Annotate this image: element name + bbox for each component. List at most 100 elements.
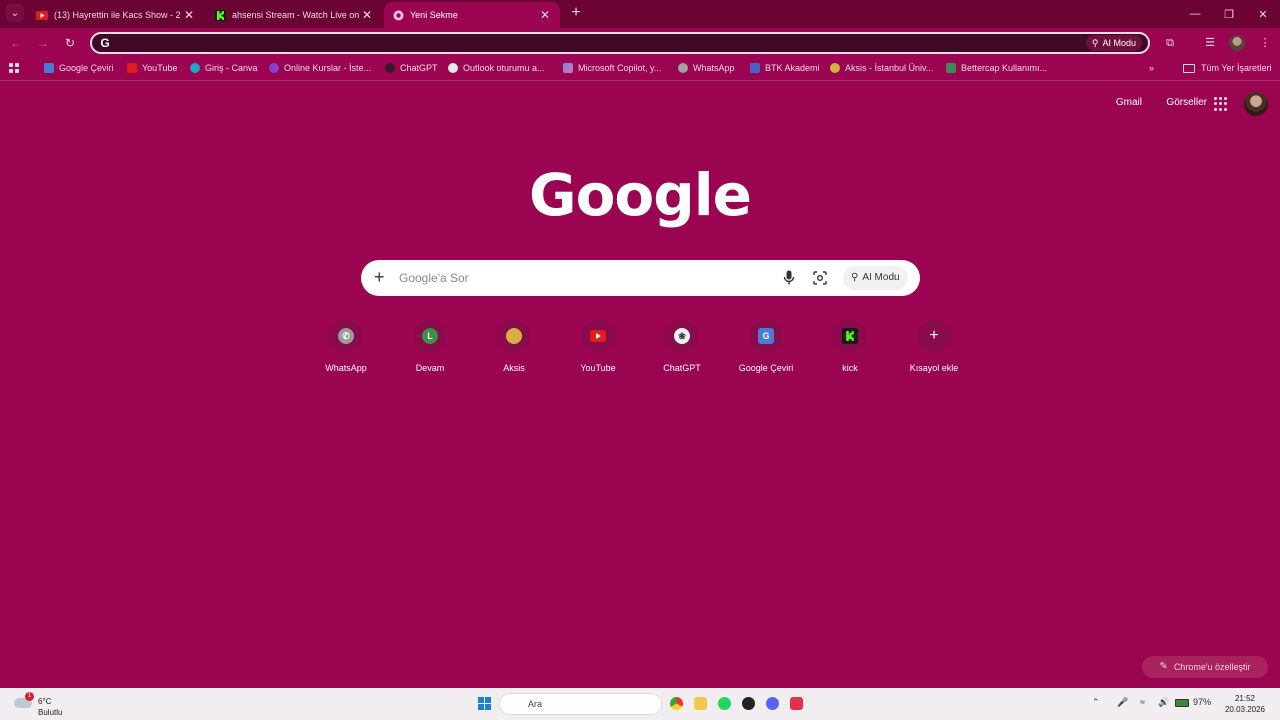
shortcut-youtube[interactable]: YouTube — [556, 320, 640, 373]
microphone-tray-icon[interactable]: 🎤 — [1117, 697, 1128, 708]
close-icon[interactable]: ✕ — [360, 8, 374, 22]
bookmarks-bar: Google Çeviri YouTube Giriş - Canva Onli… — [0, 58, 1280, 81]
battery-icon[interactable] — [1175, 699, 1189, 707]
discord-icon[interactable] — [766, 697, 779, 710]
app-icon[interactable] — [790, 697, 803, 710]
shortcut-google-translate[interactable]: G Google Çeviri — [724, 320, 808, 373]
bookmark-whatsapp[interactable]: WhatsApp — [678, 61, 735, 75]
taskbar-search[interactable]: Ara — [499, 693, 662, 715]
tab-new-tab[interactable]: Yeni Sekme ✕ — [384, 2, 560, 28]
weather-temp: 6°C — [38, 697, 52, 706]
tray-chevron-icon[interactable]: ⌃ — [1092, 697, 1100, 708]
restore-icon[interactable]: ❐ — [1212, 0, 1246, 28]
search-box[interactable]: + Google'a Sor ⚲ AI Modu — [361, 260, 920, 296]
obs-icon[interactable] — [742, 697, 755, 710]
back-icon[interactable]: ← — [8, 35, 24, 51]
tab-youtube[interactable]: (13) Hayrettin ile Kacs Show - 2 ✕ — [28, 2, 204, 28]
all-bookmarks-button[interactable]: Tüm Yer İşaretleri — [1183, 61, 1272, 75]
bookmark-bettercap[interactable]: Bettercap Kullanımı... — [946, 61, 1047, 75]
bookmark-youtube[interactable]: YouTube — [127, 61, 177, 75]
spotify-icon[interactable] — [718, 697, 731, 710]
media-controls-icon[interactable]: ☰ — [1202, 35, 1218, 51]
close-icon[interactable]: ✕ — [182, 8, 196, 22]
address-bar[interactable]: G ⚲ AI Modu — [90, 32, 1150, 54]
all-bookmarks-label: Tüm Yer İşaretleri — [1201, 63, 1272, 73]
start-icon[interactable] — [478, 697, 491, 710]
bookmark-outlook[interactable]: Outlook oturumu a... — [448, 61, 545, 75]
copilot-icon — [563, 63, 573, 73]
gmail-link[interactable]: Gmail — [1116, 97, 1142, 108]
shortcut-label: Devam — [415, 363, 445, 373]
search-input[interactable]: Google'a Sor — [399, 271, 469, 285]
extensions-icon[interactable]: ⧉ — [1162, 35, 1178, 51]
forward-icon[interactable]: → — [35, 35, 51, 51]
customize-chrome-button[interactable]: ✎ Chrome'u özelleştir — [1142, 656, 1268, 678]
bookmark-label: ChatGPT — [400, 63, 438, 73]
apps-grid-icon[interactable] — [9, 61, 20, 75]
add-icon: + — [929, 327, 939, 344]
ai-mode-button[interactable]: ⚲ AI Modu — [843, 266, 908, 290]
bookmark-google-translate[interactable]: Google Çeviri — [44, 61, 114, 75]
ai-mode-label: AI Modu — [862, 272, 900, 283]
shortcut-chatgpt[interactable]: ❀ ChatGPT — [640, 320, 724, 373]
bookmark-btk[interactable]: BTK Akademi — [750, 61, 820, 75]
bookmark-chatgpt[interactable]: ChatGPT — [385, 61, 438, 75]
volume-icon[interactable]: 🔊 — [1158, 697, 1169, 708]
menu-icon[interactable]: ⋮ — [1257, 35, 1273, 51]
canva-icon — [190, 63, 200, 73]
close-icon[interactable]: ✕ — [538, 8, 552, 22]
weather-condition: Bulutlu — [38, 708, 63, 717]
file-explorer-icon[interactable] — [694, 697, 707, 710]
aksis-icon — [830, 63, 840, 73]
shortcut-label: kick — [842, 363, 858, 373]
shortcut-kick[interactable]: kick — [808, 320, 892, 373]
chrome-taskbar-icon[interactable] — [670, 697, 683, 710]
toolbar: ← → ↻ G ⚲ AI Modu ⧉ ☰ ⋮ — [0, 28, 1280, 58]
bookmark-aksis[interactable]: Aksis - İstanbul Üniv... — [830, 61, 933, 75]
shortcut-label: WhatsApp — [325, 363, 367, 373]
microphone-icon[interactable] — [783, 270, 795, 286]
shortcut-label: YouTube — [580, 363, 616, 373]
lens-icon[interactable] — [813, 271, 827, 285]
bookmark-udemy[interactable]: Online Kurslar - İste... — [269, 61, 371, 75]
new-tab-button[interactable]: + — [568, 4, 584, 22]
whatsapp-icon — [678, 63, 688, 73]
reload-icon[interactable]: ↻ — [62, 35, 78, 51]
profile-avatar[interactable] — [1229, 35, 1245, 51]
shortcut-devam[interactable]: L Devam — [388, 320, 472, 373]
ai-mode-label: AI Modu — [1102, 38, 1136, 48]
tab-search-button[interactable]: ⌄ — [6, 4, 24, 22]
wifi-icon[interactable]: ≈ — [1140, 697, 1145, 707]
google-g-icon: G — [100, 36, 110, 50]
chatgpt-icon: ❀ — [674, 328, 690, 344]
google-apps-icon[interactable] — [1214, 97, 1228, 111]
bookmark-label: WhatsApp — [693, 63, 735, 73]
tab-title: (13) Hayrettin ile Kacs Show - 2 — [54, 10, 181, 20]
ai-mode-button[interactable]: ⚲ AI Modu — [1085, 35, 1142, 51]
tab-kick[interactable]: ahsensi Stream - Watch Live on ✕ — [206, 2, 382, 28]
bookmark-canva[interactable]: Giriş - Canva — [190, 61, 258, 75]
window-close-icon[interactable]: ✕ — [1246, 0, 1280, 28]
images-link[interactable]: Görseller — [1166, 97, 1207, 108]
bookmark-label: YouTube — [142, 63, 178, 73]
shortcut-add[interactable]: + Kısayol ekle — [892, 320, 976, 373]
chevron-down-icon: ⌄ — [10, 7, 20, 19]
aksis-icon — [506, 328, 522, 344]
bookmarks-overflow-icon[interactable]: » — [1149, 61, 1154, 75]
tab-strip: ⌄ (13) Hayrettin ile Kacs Show - 2 ✕ ahs… — [0, 0, 1280, 28]
minimize-icon[interactable]: — — [1178, 0, 1212, 28]
tab-title: Yeni Sekme — [410, 10, 458, 20]
plus-icon[interactable]: + — [374, 268, 385, 286]
outlook-icon — [448, 63, 458, 73]
account-avatar[interactable] — [1244, 92, 1268, 116]
bookmark-copilot[interactable]: Microsoft Copilot, y... — [563, 61, 661, 75]
youtube-icon — [127, 63, 137, 73]
shortcut-aksis[interactable]: Aksis — [472, 320, 556, 373]
kick-icon — [842, 328, 858, 344]
shortcut-whatsapp[interactable]: ✆ WhatsApp — [304, 320, 388, 373]
clock[interactable]: 21:52 20.03.2026 — [1218, 693, 1272, 715]
bookmark-label: Microsoft Copilot, y... — [578, 63, 662, 73]
btk-icon — [750, 63, 760, 73]
whatsapp-icon: ✆ — [338, 328, 354, 344]
devam-icon: L — [422, 328, 438, 344]
